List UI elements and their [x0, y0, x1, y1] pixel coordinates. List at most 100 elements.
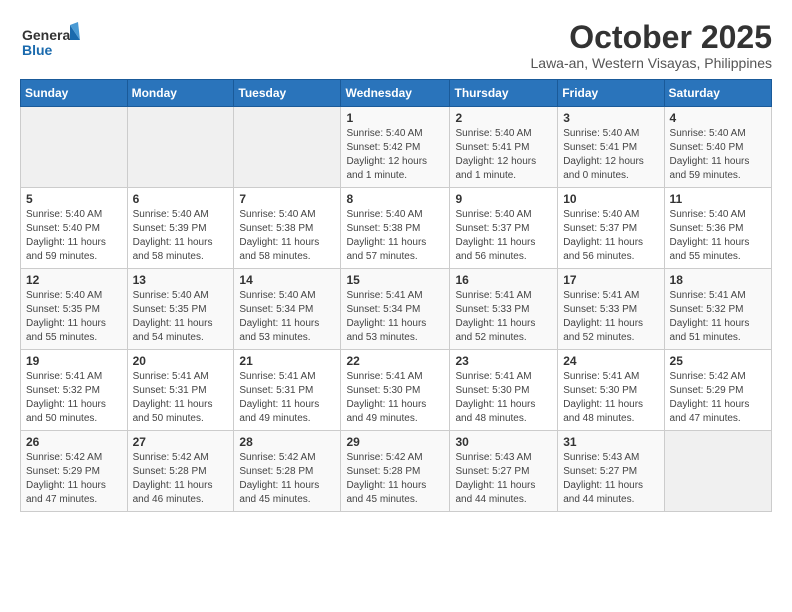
calendar-table: SundayMondayTuesdayWednesdayThursdayFrid… [20, 79, 772, 512]
calendar-cell: 19 Sunrise: 5:41 AMSunset: 5:32 PMDayligh… [21, 350, 128, 431]
calendar-week-row: 12 Sunrise: 5:40 AMSunset: 5:35 PMDayligh… [21, 269, 772, 350]
calendar-cell: 17Sunrise: 5:41 AMSunset: 5:33 PMDayligh… [558, 269, 664, 350]
day-number: 2 [455, 111, 552, 125]
weekday-header: Friday [558, 80, 664, 107]
calendar-cell: 21Sunrise: 5:41 AMSunset: 5:31 PMDayligh… [234, 350, 341, 431]
calendar-cell: 20Sunrise: 5:41 AMSunset: 5:31 PMDayligh… [127, 350, 234, 431]
day-number: 13 [133, 273, 229, 287]
location-title: Lawa-an, Western Visayas, Philippines [531, 55, 773, 71]
day-number: 30 [455, 435, 552, 449]
day-info: Sunrise: 5:42 AMSunset: 5:28 PMDaylight:… [346, 451, 444, 507]
day-info: Sunrise: 5:41 AMSunset: 5:30 PMDaylight:… [346, 370, 444, 426]
day-number: 24 [563, 354, 658, 368]
calendar-cell: 4Sunrise: 5:40 AMSunset: 5:40 PMDaylight… [664, 107, 771, 188]
calendar-cell: 13 Sunrise: 5:40 AMSunset: 5:35 PMDayligh… [127, 269, 234, 350]
day-number: 26 [26, 435, 122, 449]
title-block: October 2025 Lawa-an, Western Visayas, P… [531, 20, 773, 71]
day-number: 3 [563, 111, 658, 125]
weekday-header: Thursday [450, 80, 558, 107]
calendar-cell: 6 Sunrise: 5:40 AMSunset: 5:39 PMDaylight… [127, 188, 234, 269]
calendar-cell: 8Sunrise: 5:40 AMSunset: 5:38 PMDaylight… [341, 188, 450, 269]
calendar-cell [234, 107, 341, 188]
calendar-cell: 24 Sunrise: 5:41 AMSunset: 5:30 PMDayligh… [558, 350, 664, 431]
day-info: Sunrise: 5:41 AMSunset: 5:32 PMDaylight:… [670, 289, 766, 345]
day-info: Sunrise: 5:43 AMSunset: 5:27 PMDaylight:… [455, 451, 552, 507]
day-info: Sunrise: 5:40 AMSunset: 5:35 PMDaylight:… [133, 289, 229, 345]
calendar-cell: 10 Sunrise: 5:40 AMSunset: 5:37 PMDayligh… [558, 188, 664, 269]
weekday-header: Monday [127, 80, 234, 107]
calendar-cell: 1Sunrise: 5:40 AMSunset: 5:42 PMDaylight… [341, 107, 450, 188]
calendar-week-row: 1Sunrise: 5:40 AMSunset: 5:42 PMDaylight… [21, 107, 772, 188]
weekday-header: Saturday [664, 80, 771, 107]
calendar-header-row: SundayMondayTuesdayWednesdayThursdayFrid… [21, 80, 772, 107]
calendar-cell: 27 Sunrise: 5:42 AMSunset: 5:28 PMDayligh… [127, 431, 234, 512]
day-number: 10 [563, 192, 658, 206]
day-number: 12 [26, 273, 122, 287]
day-number: 31 [563, 435, 658, 449]
calendar-cell: 26 Sunrise: 5:42 AMSunset: 5:29 PMDayligh… [21, 431, 128, 512]
day-number: 20 [133, 354, 229, 368]
calendar-cell [21, 107, 128, 188]
calendar-cell: 16 Sunrise: 5:41 AMSunset: 5:33 PMDayligh… [450, 269, 558, 350]
day-number: 29 [346, 435, 444, 449]
day-info: Sunrise: 5:41 AMSunset: 5:32 PMDaylight:… [26, 370, 122, 426]
calendar-cell: 12 Sunrise: 5:40 AMSunset: 5:35 PMDayligh… [21, 269, 128, 350]
calendar-cell: 28 Sunrise: 5:42 AMSunset: 5:28 PMDayligh… [234, 431, 341, 512]
calendar-cell: 22 Sunrise: 5:41 AMSunset: 5:30 PMDayligh… [341, 350, 450, 431]
day-number: 11 [670, 192, 766, 206]
calendar-cell: 9Sunrise: 5:40 AMSunset: 5:37 PMDaylight… [450, 188, 558, 269]
day-info: Sunrise: 5:42 AMSunset: 5:28 PMDaylight:… [133, 451, 229, 507]
calendar-week-row: 26 Sunrise: 5:42 AMSunset: 5:29 PMDayligh… [21, 431, 772, 512]
calendar-cell: 29 Sunrise: 5:42 AMSunset: 5:28 PMDayligh… [341, 431, 450, 512]
calendar-cell: 3Sunrise: 5:40 AMSunset: 5:41 PMDaylight… [558, 107, 664, 188]
logo-image: General Blue [20, 20, 80, 70]
day-info: Sunrise: 5:40 AMSunset: 5:38 PMDaylight:… [239, 208, 335, 264]
day-info: Sunrise: 5:40 AMSunset: 5:40 PMDaylight:… [26, 208, 122, 264]
day-info: Sunrise: 5:40 AMSunset: 5:37 PMDaylight:… [563, 208, 658, 264]
day-number: 1 [346, 111, 444, 125]
day-number: 22 [346, 354, 444, 368]
day-number: 27 [133, 435, 229, 449]
day-number: 15 [346, 273, 444, 287]
day-info: Sunrise: 5:41 AMSunset: 5:30 PMDaylight:… [563, 370, 658, 426]
day-info: Sunrise: 5:40 AMSunset: 5:37 PMDaylight:… [455, 208, 552, 264]
calendar-cell: 5Sunrise: 5:40 AMSunset: 5:40 PMDaylight… [21, 188, 128, 269]
calendar-cell: 2 Sunrise: 5:40 AMSunset: 5:41 PMDaylight… [450, 107, 558, 188]
day-info: Sunrise: 5:41 AMSunset: 5:33 PMDaylight:… [455, 289, 552, 345]
day-info: Sunrise: 5:41 AMSunset: 5:33 PMDaylight:… [563, 289, 658, 345]
calendar-cell: 7 Sunrise: 5:40 AMSunset: 5:38 PMDaylight… [234, 188, 341, 269]
calendar-week-row: 19 Sunrise: 5:41 AMSunset: 5:32 PMDayligh… [21, 350, 772, 431]
day-number: 16 [455, 273, 552, 287]
day-info: Sunrise: 5:40 AMSunset: 5:36 PMDaylight:… [670, 208, 766, 264]
calendar-cell: 30 Sunrise: 5:43 AMSunset: 5:27 PMDayligh… [450, 431, 558, 512]
svg-text:Blue: Blue [22, 42, 53, 58]
day-info: Sunrise: 5:40 AMSunset: 5:41 PMDaylight:… [455, 127, 552, 183]
day-number: 21 [239, 354, 335, 368]
day-info: Sunrise: 5:40 AMSunset: 5:38 PMDaylight:… [346, 208, 444, 264]
day-info: Sunrise: 5:40 AMSunset: 5:35 PMDaylight:… [26, 289, 122, 345]
calendar-cell: 31 Sunrise: 5:43 AMSunset: 5:27 PMDayligh… [558, 431, 664, 512]
day-number: 28 [239, 435, 335, 449]
logo: General Blue [20, 20, 80, 70]
day-number: 6 [133, 192, 229, 206]
day-number: 19 [26, 354, 122, 368]
day-info: Sunrise: 5:42 AMSunset: 5:28 PMDaylight:… [239, 451, 335, 507]
calendar-cell: 25 Sunrise: 5:42 AMSunset: 5:29 PMDayligh… [664, 350, 771, 431]
weekday-header: Tuesday [234, 80, 341, 107]
day-info: Sunrise: 5:42 AMSunset: 5:29 PMDaylight:… [26, 451, 122, 507]
day-number: 23 [455, 354, 552, 368]
day-info: Sunrise: 5:42 AMSunset: 5:29 PMDaylight:… [670, 370, 766, 426]
calendar-cell: 23 Sunrise: 5:41 AMSunset: 5:30 PMDayligh… [450, 350, 558, 431]
page-container: General Blue October 2025 Lawa-an, Weste… [0, 0, 792, 522]
day-info: Sunrise: 5:43 AMSunset: 5:27 PMDaylight:… [563, 451, 658, 507]
day-number: 18 [670, 273, 766, 287]
day-number: 25 [670, 354, 766, 368]
day-number: 7 [239, 192, 335, 206]
day-info: Sunrise: 5:41 AMSunset: 5:30 PMDaylight:… [455, 370, 552, 426]
calendar-cell: 14Sunrise: 5:40 AMSunset: 5:34 PMDayligh… [234, 269, 341, 350]
calendar-cell [127, 107, 234, 188]
day-info: Sunrise: 5:41 AMSunset: 5:34 PMDaylight:… [346, 289, 444, 345]
day-info: Sunrise: 5:40 AMSunset: 5:39 PMDaylight:… [133, 208, 229, 264]
calendar-cell: 15 Sunrise: 5:41 AMSunset: 5:34 PMDayligh… [341, 269, 450, 350]
month-title: October 2025 [531, 20, 773, 55]
